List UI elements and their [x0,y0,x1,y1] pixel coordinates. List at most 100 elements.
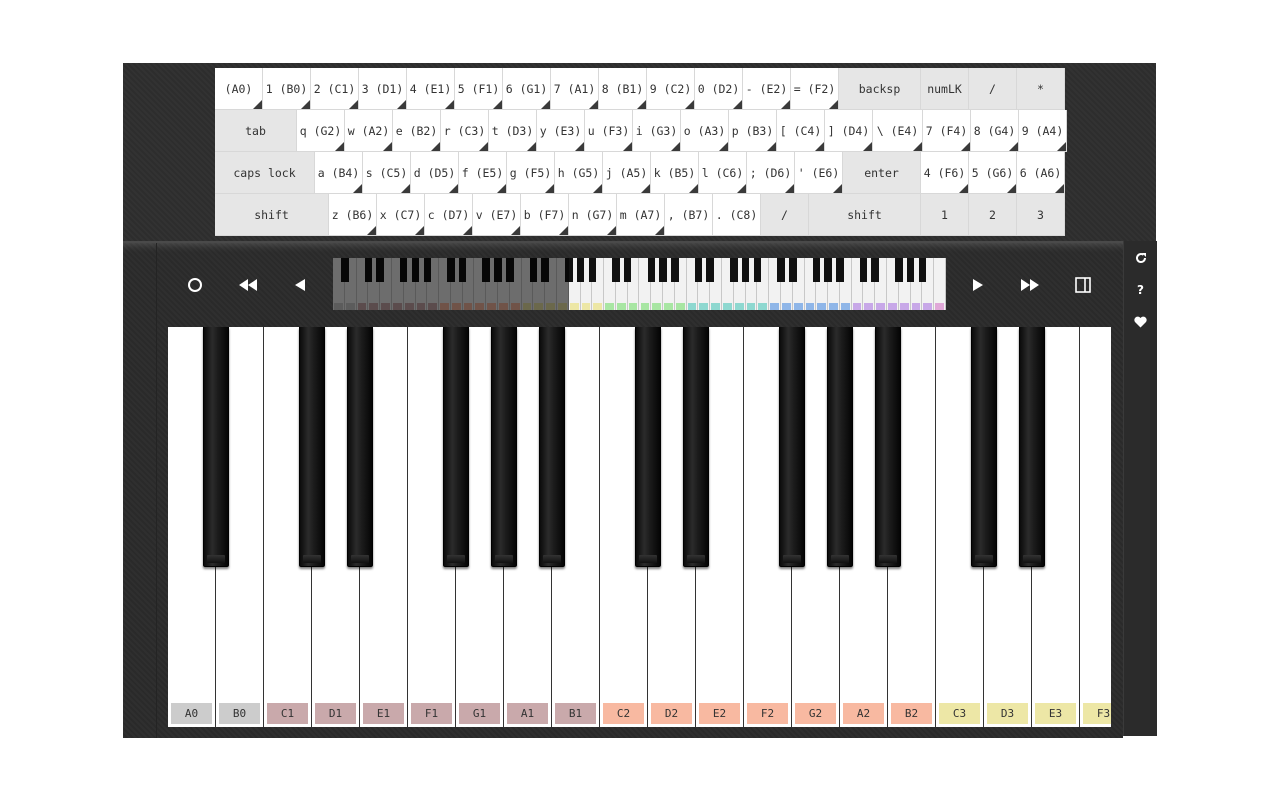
key-button[interactable]: 8 (G4) [971,110,1019,152]
key-button[interactable]: j (A5) [603,152,651,194]
key-button[interactable]: 0 (D2) [695,68,743,110]
key-button[interactable]: b (F7) [521,194,569,236]
key-button[interactable]: ; (D6) [747,152,795,194]
key-button[interactable]: ] (D4) [825,110,873,152]
reset-button[interactable] [1124,246,1157,270]
key-button[interactable]: 2 [969,194,1017,236]
key-button[interactable]: / [761,194,809,236]
white-key-label: C2 [603,703,644,724]
key-button[interactable]: q (G2) [297,110,345,152]
black-key[interactable] [347,327,373,567]
key-button[interactable]: shift [215,194,329,236]
black-key[interactable] [971,327,997,567]
key-button[interactable]: , (B7) [665,194,713,236]
white-key-label: E3 [1035,703,1076,724]
black-key[interactable] [443,327,469,567]
key-button[interactable]: 5 (G6) [969,152,1017,194]
black-key[interactable] [779,327,805,567]
key-button[interactable]: \ (E4) [873,110,923,152]
rewind-fast-button[interactable] [230,267,266,303]
key-button[interactable]: u (F3) [585,110,633,152]
black-key[interactable] [1019,327,1045,567]
key-button[interactable]: 3 (D1) [359,68,407,110]
key-button[interactable]: tab [215,110,297,152]
black-key[interactable] [203,327,229,567]
key-button[interactable]: h (G5) [555,152,603,194]
key-button[interactable]: 6 (G1) [503,68,551,110]
key-button[interactable]: numLK [921,68,969,110]
black-key[interactable] [539,327,565,567]
key-button[interactable]: * [1017,68,1065,110]
key-button[interactable]: z (B6) [329,194,377,236]
key-button[interactable]: = (F2) [791,68,839,110]
key-button[interactable]: 4 (F6) [921,152,969,194]
key-button[interactable]: v (E7) [473,194,521,236]
help-button[interactable]: ? [1124,278,1157,302]
key-button[interactable]: ' (E6) [795,152,843,194]
white-key-label: B0 [219,703,260,724]
key-button[interactable]: k (B5) [651,152,699,194]
key-button[interactable]: 6 (A6) [1017,152,1065,194]
black-key[interactable] [299,327,325,567]
key-button[interactable]: e (B2) [393,110,441,152]
key-button[interactable]: s (C5) [363,152,411,194]
black-key[interactable] [827,327,853,567]
key-button[interactable]: x (C7) [377,194,425,236]
black-key[interactable] [491,327,517,567]
key-button[interactable]: g (F5) [507,152,555,194]
key-button[interactable]: 1 [921,194,969,236]
key-button[interactable]: t (D3) [489,110,537,152]
key-button[interactable]: l (C6) [699,152,747,194]
forward-button[interactable] [959,267,995,303]
key-button[interactable]: / [969,68,1017,110]
key-button[interactable]: - (E2) [743,68,791,110]
minimap-key-label [746,303,756,310]
minimap-key-label [935,303,944,310]
key-button[interactable]: [ (C4) [777,110,825,152]
key-button[interactable]: 4 (E1) [407,68,455,110]
rewind-button[interactable] [282,267,318,303]
forward-fast-button[interactable] [1012,267,1048,303]
black-key[interactable] [683,327,709,567]
minimap-key-label [758,303,768,310]
key-button[interactable]: w (A2) [345,110,393,152]
favorite-button[interactable] [1124,310,1157,334]
key-button[interactable]: p (B3) [729,110,777,152]
key-button[interactable]: 9 (C2) [647,68,695,110]
white-key-label: B1 [555,703,596,724]
black-key[interactable] [875,327,901,567]
key-button[interactable]: caps lock [215,152,315,194]
key-button[interactable]: . (C8) [713,194,761,236]
key-button[interactable]: 1 (B0) [263,68,311,110]
black-key[interactable] [635,327,661,567]
key-button[interactable]: 7 (F4) [923,110,971,152]
key-button[interactable]: y (E3) [537,110,585,152]
keyboard-minimap[interactable] [333,258,946,310]
key-button[interactable]: (A0) [215,68,263,110]
key-button[interactable]: o (A3) [681,110,729,152]
key-button[interactable]: m (A7) [617,194,665,236]
key-button[interactable]: n (G7) [569,194,617,236]
white-key-label: G2 [795,703,836,724]
key-button[interactable]: r (C3) [441,110,489,152]
key-button[interactable]: 3 [1017,194,1065,236]
panel-toggle-button[interactable] [1065,267,1101,303]
white-key[interactable]: F3 [1080,327,1111,727]
key-button[interactable]: 8 (B1) [599,68,647,110]
minimap-black-key [918,258,927,282]
record-button[interactable] [177,267,213,303]
key-button[interactable]: 5 (F1) [455,68,503,110]
key-button[interactable]: f (E5) [459,152,507,194]
key-button[interactable]: 9 (A4) [1019,110,1067,152]
key-button[interactable]: i (G3) [633,110,681,152]
key-button[interactable]: d (D5) [411,152,459,194]
minimap-key-label [817,303,827,310]
key-button[interactable]: a (B4) [315,152,363,194]
key-button[interactable]: backsp [839,68,921,110]
key-button[interactable]: shift [809,194,921,236]
key-button[interactable]: 7 (A1) [551,68,599,110]
key-button[interactable]: 2 (C1) [311,68,359,110]
minimap-key-label [805,303,815,310]
key-button[interactable]: c (D7) [425,194,473,236]
key-button[interactable]: enter [843,152,921,194]
